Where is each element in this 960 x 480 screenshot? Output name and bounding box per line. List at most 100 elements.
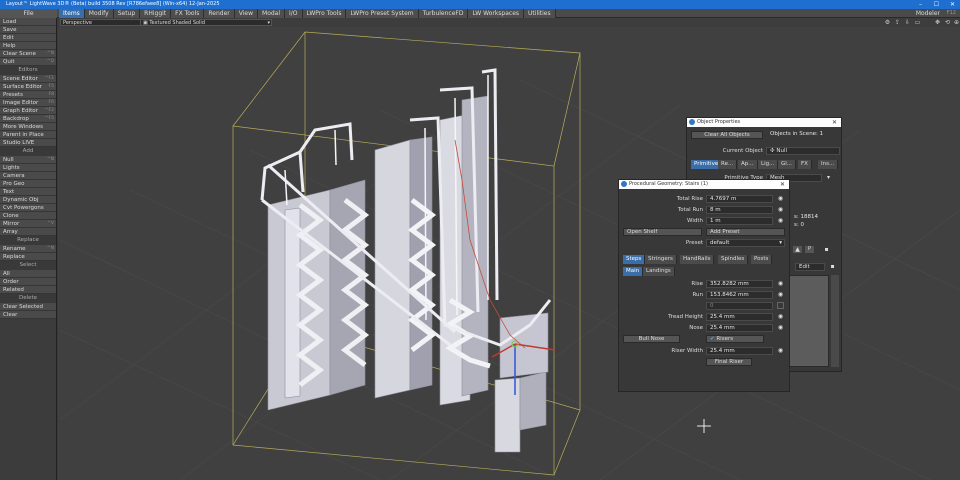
sidebar-item-surface-editor[interactable]: Surface Editor F5: [0, 83, 56, 91]
checkbox[interactable]: [777, 302, 784, 309]
sidebar-item-related[interactable]: Related: [0, 286, 56, 294]
tab-stairs-steps[interactable]: Steps: [623, 255, 646, 264]
sidebar-item-cvt-powergons[interactable]: Cvt Powergons: [0, 204, 56, 212]
sidebar-item-rename[interactable]: Rename ^N: [0, 245, 56, 253]
tab-i-o[interactable]: I/O: [285, 9, 303, 18]
download-icon[interactable]: ⇩: [904, 19, 911, 26]
file-menu[interactable]: File: [0, 9, 57, 18]
sidebar-item-mirror[interactable]: Mirror ^V: [0, 220, 56, 228]
sidebar-item-image-editor[interactable]: Image Editor F6: [0, 99, 56, 107]
move-view-icon[interactable]: ✥: [934, 19, 941, 26]
sidebar-item-replace[interactable]: Replace: [0, 253, 56, 261]
tab-stairs-handrails[interactable]: HandRails: [680, 255, 715, 264]
tab-setup[interactable]: Setup: [113, 9, 141, 18]
sidebar-item-save[interactable]: Save: [0, 26, 56, 34]
riser-width-field[interactable]: 25.4 mm: [706, 347, 773, 355]
tab-lw-workspaces[interactable]: LW Workspaces: [468, 9, 525, 18]
add-preset-button[interactable]: Add Preset: [706, 228, 785, 236]
tab-fx-tools[interactable]: FX Tools: [171, 9, 205, 18]
tab-stairs-posts[interactable]: Posts: [751, 255, 773, 264]
sidebar-item-load[interactable]: Load: [0, 18, 56, 26]
subtab-landings[interactable]: Landings: [643, 267, 675, 276]
tab-render[interactable]: Render: [204, 9, 235, 18]
sidebar-item-camera[interactable]: Camera: [0, 172, 56, 180]
eye-icon[interactable]: ◉: [777, 291, 784, 298]
zoom-view-icon[interactable]: ⊕: [953, 19, 960, 26]
sidebar-item-dynamic-obj[interactable]: Dynamic Obj: [0, 196, 56, 204]
tab-view[interactable]: View: [234, 9, 259, 18]
scrollbar[interactable]: [831, 275, 839, 367]
sidebar-item-backdrop[interactable]: Backdrop ^F5: [0, 115, 56, 123]
subtab-main[interactable]: Main: [623, 267, 644, 276]
settings-icon[interactable]: ⚙: [884, 19, 891, 26]
tab-modal[interactable]: Modal: [258, 9, 286, 18]
shading-dropdown[interactable]: ▣ Textured Shaded Solid ▾: [140, 19, 272, 26]
sidebar-item-clone[interactable]: Clone: [0, 212, 56, 220]
sidebar-item-help[interactable]: Help: [0, 42, 56, 50]
sidebar-item-presets[interactable]: Presets F8: [0, 91, 56, 99]
count-field[interactable]: 0: [706, 302, 773, 310]
sidebar-item-lights[interactable]: Lights: [0, 164, 56, 172]
tab-turbulencefd[interactable]: TurbulenceFD: [418, 9, 469, 18]
tab-utilities[interactable]: Utilities: [524, 9, 556, 18]
save-icon[interactable]: ▪: [829, 263, 836, 270]
preset-dropdown[interactable]: default ▾: [706, 239, 785, 247]
object-properties-titlebar[interactable]: Object Properties ✕: [687, 118, 841, 127]
tab-lwpro-preset-system[interactable]: LWPro Preset System: [346, 9, 419, 18]
sidebar-item-graph-editor[interactable]: Graph Editor ^F2: [0, 107, 56, 115]
export-icon[interactable]: ⇪: [894, 19, 901, 26]
width-field[interactable]: 1 m: [706, 217, 773, 225]
run-field[interactable]: 153.8462 mm: [706, 291, 773, 299]
chevron-down-icon[interactable]: ▾: [825, 174, 832, 181]
maximize-icon[interactable]: ☐: [934, 0, 939, 9]
sidebar-item-scene-editor[interactable]: Scene Editor ^F1: [0, 75, 56, 83]
tab-op-1[interactable]: Re...: [718, 160, 738, 169]
sidebar-item-clear-scene[interactable]: Clear Scene ^N: [0, 50, 56, 58]
eye-icon[interactable]: ◉: [777, 313, 784, 320]
sidebar-item-order[interactable]: Order: [0, 278, 56, 286]
clear-all-objects-button[interactable]: Clear All Objects: [691, 131, 763, 139]
tab-op-2[interactable]: Ap...: [738, 160, 758, 169]
sidebar-item-edit[interactable]: Edit: [0, 34, 56, 42]
folder-icon[interactable]: ▭: [914, 19, 921, 26]
minimize-icon[interactable]: –: [919, 0, 922, 9]
tab-items[interactable]: Items: [59, 9, 85, 18]
sidebar-item-more-windows[interactable]: More Windows: [0, 123, 56, 131]
close-icon[interactable]: ✕: [950, 0, 955, 9]
tab-op-4[interactable]: Gl...: [778, 160, 797, 169]
tab-op-3[interactable]: Lig...: [758, 160, 779, 169]
current-object-dropdown[interactable]: ✣ Null: [766, 147, 840, 155]
bull-nose-button[interactable]: Bull Nose: [623, 335, 680, 343]
save-icon[interactable]: ▪: [823, 246, 830, 253]
sidebar-item-all[interactable]: All: [0, 270, 56, 278]
sidebar-item-clear[interactable]: Clear: [0, 311, 56, 319]
edit-dropdown[interactable]: Edit: [795, 263, 825, 271]
tab-modify[interactable]: Modify: [84, 9, 114, 18]
open-shelf-button[interactable]: Open Shelf: [623, 228, 702, 236]
tab-rhiggit[interactable]: RHiggit: [140, 9, 172, 18]
tab-lwpro-tools[interactable]: LWPro Tools: [302, 9, 347, 18]
total-rise-field[interactable]: 4.7697 m: [706, 195, 773, 203]
sidebar-item-null[interactable]: Null ^N: [0, 156, 56, 164]
risers-toggle[interactable]: ✔ Risers: [706, 335, 764, 343]
eye-icon[interactable]: ◉: [777, 195, 784, 202]
modeler-button[interactable]: Modeler: [916, 9, 940, 18]
sidebar-item-quit[interactable]: Quit ^Q: [0, 58, 56, 66]
preset-p-button[interactable]: P: [805, 246, 814, 253]
tab-op-5[interactable]: FX: [798, 160, 812, 169]
tab-stairs-spindles[interactable]: Spindles: [718, 255, 749, 264]
sidebar-item-pro-geo[interactable]: Pro Geo: [0, 180, 56, 188]
eye-icon[interactable]: ◉: [777, 324, 784, 331]
rotate-view-icon[interactable]: ⟲: [944, 19, 951, 26]
eye-icon[interactable]: ◉: [777, 217, 784, 224]
close-icon[interactable]: ✕: [780, 180, 785, 189]
layer-list-area[interactable]: [787, 275, 829, 367]
final-riser-button[interactable]: Final Riser: [706, 358, 752, 366]
sidebar-item-parent-in-place[interactable]: Parent in Place: [0, 131, 56, 139]
nose-field[interactable]: 25.4 mm: [706, 324, 773, 332]
total-run-field[interactable]: 8 m: [706, 206, 773, 214]
tab-op-6[interactable]: Ins...: [818, 160, 839, 169]
sidebar-item-array[interactable]: Array: [0, 228, 56, 236]
stairs-titlebar[interactable]: Procedural Geometry: Stairs (1) ✕: [619, 180, 789, 189]
sidebar-item-clear-selected[interactable]: Clear Selected: [0, 303, 56, 311]
